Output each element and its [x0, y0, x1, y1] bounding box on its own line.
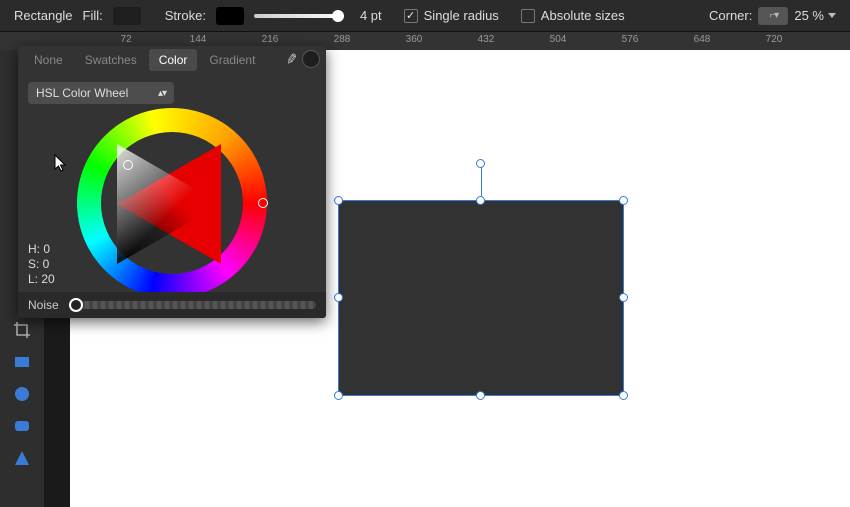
stroke-slider-thumb[interactable]: [332, 10, 344, 22]
rotation-handle[interactable]: [476, 159, 485, 168]
tab-color[interactable]: Color: [149, 49, 198, 71]
hsl-readout: H: 0 S: 0 L: 20: [28, 242, 55, 287]
noise-slider-thumb[interactable]: [69, 298, 83, 312]
corner-style-dropdown[interactable]: ⌐ ▾: [758, 7, 788, 25]
noise-row: Noise: [18, 292, 326, 318]
stroke-width-slider[interactable]: [254, 14, 344, 18]
corner-percent-input[interactable]: 25 %: [794, 8, 836, 23]
resize-handle-t[interactable]: [476, 196, 485, 205]
ruler-tick: 144: [190, 34, 207, 45]
noise-slider[interactable]: [69, 301, 316, 309]
crop-tool-icon[interactable]: [12, 320, 32, 340]
design-app: Rectangle Fill: Stroke: 4 pt Single radi…: [0, 0, 850, 507]
tab-swatches[interactable]: Swatches: [75, 49, 147, 71]
ruler-tick: 720: [766, 34, 783, 45]
popover-tabs: None Swatches Color Gradient: [18, 46, 326, 74]
corner-percent-value: 25 %: [794, 8, 824, 23]
stroke-label: Stroke:: [165, 8, 206, 23]
ruler-tick: 216: [262, 34, 279, 45]
fill-swatch[interactable]: [113, 7, 141, 25]
fill-label: Fill:: [83, 8, 103, 23]
rotation-stem: [481, 165, 482, 196]
resize-handle-br[interactable]: [619, 391, 628, 400]
checkbox-icon: [521, 9, 535, 23]
triangle-tool-icon[interactable]: [12, 448, 32, 468]
single-radius-checkbox[interactable]: Single radius: [404, 8, 499, 23]
corner-label: Corner:: [709, 8, 752, 23]
tab-none[interactable]: None: [24, 49, 73, 71]
selected-rectangle[interactable]: [338, 200, 624, 396]
ellipse-tool-icon[interactable]: [12, 384, 32, 404]
hsl-color-wheel[interactable]: [77, 108, 267, 298]
tab-gradient[interactable]: Gradient: [199, 49, 265, 71]
eyedropper-row: ✎: [286, 50, 320, 68]
s-value: S: 0: [28, 257, 55, 272]
single-radius-label: Single radius: [424, 8, 499, 23]
resize-handle-bl[interactable]: [334, 391, 343, 400]
checkbox-icon: [404, 9, 418, 23]
resize-handle-tr[interactable]: [619, 196, 628, 205]
rounded-rect-tool-icon[interactable]: [12, 416, 32, 436]
corner-group: Corner: ⌐ ▾ 25 %: [709, 7, 836, 25]
resize-handle-b[interactable]: [476, 391, 485, 400]
eyedropper-icon[interactable]: ✎: [285, 50, 300, 69]
rectangle-tool-icon[interactable]: [12, 352, 32, 372]
ruler-tick: 288: [334, 34, 351, 45]
ruler-tick: 72: [120, 34, 131, 45]
color-model-value: HSL Color Wheel: [36, 86, 128, 100]
absolute-sizes-label: Absolute sizes: [541, 8, 625, 23]
shape-type-label: Rectangle: [14, 8, 73, 23]
stroke-width-value[interactable]: 4 pt: [360, 8, 382, 23]
chevron-down-icon: [828, 13, 836, 18]
ruler-tick: 504: [550, 34, 567, 45]
color-model-dropdown[interactable]: HSL Color Wheel ▴▾: [28, 82, 174, 104]
h-value: H: 0: [28, 242, 55, 257]
hue-marker[interactable]: [258, 198, 268, 208]
resize-handle-r[interactable]: [619, 293, 628, 302]
stroke-swatch[interactable]: [216, 7, 244, 25]
l-value: L: 20: [28, 272, 55, 287]
current-color-swatch[interactable]: [302, 50, 320, 68]
resize-handle-l[interactable]: [334, 293, 343, 302]
ruler-tick: 432: [478, 34, 495, 45]
absolute-sizes-checkbox[interactable]: Absolute sizes: [521, 8, 625, 23]
sl-marker[interactable]: [123, 160, 133, 170]
noise-label: Noise: [28, 298, 59, 312]
ruler-tick: 648: [694, 34, 711, 45]
ruler-tick: 360: [406, 34, 423, 45]
resize-handle-tl[interactable]: [334, 196, 343, 205]
ruler-tick: 576: [622, 34, 639, 45]
color-popover: None Swatches Color Gradient ✎ HSL Color…: [18, 46, 326, 318]
stepper-icon: ▴▾: [158, 88, 166, 99]
context-toolbar: Rectangle Fill: Stroke: 4 pt Single radi…: [0, 0, 850, 32]
